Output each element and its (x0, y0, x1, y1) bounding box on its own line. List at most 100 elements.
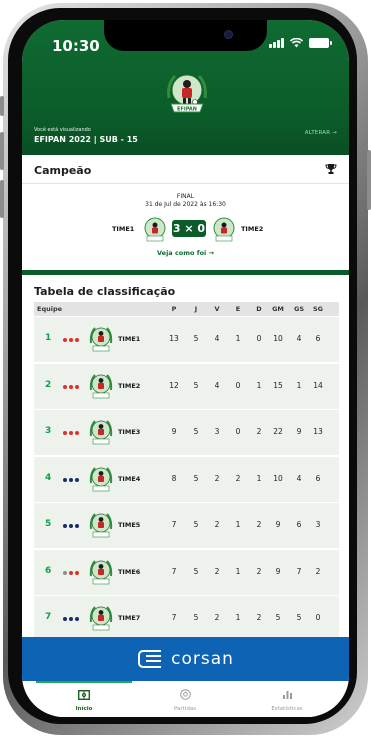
cell-sg: 13 (313, 427, 323, 436)
row-position: 2 (45, 379, 52, 390)
row-position: 3 (45, 426, 52, 436)
form-dot (69, 524, 73, 528)
cell-p: 7 (171, 566, 177, 576)
final-score: 3 × 0 (172, 220, 206, 237)
cell-d: 2 (256, 613, 262, 622)
change-tournament-button[interactable]: ALTERAR → (305, 130, 337, 136)
form-dot (63, 338, 67, 342)
standings-section: Tabela de classificação Equipe P J V E D GM GS S… (22, 275, 349, 642)
form-dot (75, 524, 79, 528)
volume-down-button (0, 180, 4, 218)
active-tab-indicator (36, 681, 132, 683)
home-team-name: TIME1 (112, 225, 135, 233)
cell-v: 4 (214, 334, 220, 343)
cell-gs: 9 (296, 427, 302, 436)
table-row[interactable]: 6 TIME6 7 5 2 1 2 9 7 2 (34, 549, 339, 596)
silent-switch (0, 96, 4, 116)
table-row[interactable]: 4 TIME4 8 5 2 2 1 10 4 6 (34, 456, 339, 503)
form-dot (75, 431, 79, 435)
form-dot (75, 617, 79, 621)
cell-j: 5 (193, 473, 199, 483)
cell-p: 13 (169, 334, 179, 343)
camera (224, 30, 233, 39)
form-indicator (63, 524, 79, 528)
cell-sg: 6 (315, 473, 321, 483)
form-dot (75, 338, 79, 342)
cell-sg: 3 (315, 520, 321, 529)
see-match-link[interactable]: Veja como foi → (22, 249, 349, 257)
table-row[interactable]: 7 TIME7 7 5 2 1 2 5 5 0 (34, 596, 339, 642)
form-dot (69, 431, 73, 435)
ball-icon (179, 689, 191, 700)
match-date: 31 de Jul de 2022 às 16:30 (145, 201, 226, 208)
column-header-gm: GM (272, 305, 284, 313)
form-dot (63, 384, 67, 389)
field-icon (77, 689, 91, 701)
away-team-logo (213, 217, 235, 242)
champion-title: Campeão (34, 164, 92, 177)
sponsor-name: corsan (171, 649, 234, 669)
form-dot (69, 617, 73, 621)
cell-j: 5 (193, 613, 199, 622)
form-dot (75, 477, 79, 482)
tab-partidas[interactable]: Partidas (135, 685, 235, 712)
wifi-icon (290, 38, 303, 48)
team-logo (89, 466, 113, 491)
cell-v: 4 (214, 380, 220, 390)
cell-v: 3 (214, 427, 220, 436)
form-dot (63, 431, 67, 435)
cell-p: 7 (171, 613, 177, 622)
tab-estatisticas[interactable]: Estatísticas (237, 685, 337, 712)
row-position: 7 (45, 612, 52, 622)
cell-gm: 22 (273, 427, 283, 436)
column-header-team: Equipe (37, 305, 63, 313)
form-dot (69, 570, 73, 575)
tab-inicio-label: Início (75, 706, 93, 712)
team-logo (89, 606, 113, 631)
form-dot (75, 384, 79, 389)
final-match[interactable]: TIME1 3 × 0 TIME2 (22, 217, 349, 242)
cell-d: 0 (256, 334, 262, 343)
row-team-name: TIME1 (118, 335, 141, 343)
cell-gs: 1 (296, 380, 302, 390)
table-row[interactable]: 3 TIME3 9 5 3 0 2 22 9 13 (34, 410, 339, 456)
cell-j: 5 (193, 520, 199, 529)
cell-v: 2 (214, 473, 220, 483)
row-position: 6 (45, 565, 52, 576)
form-indicator (63, 617, 79, 621)
viewing-label: Você está visualizando (34, 127, 91, 133)
sponsor-banner[interactable]: corsan (22, 637, 349, 681)
table-row[interactable]: 2 TIME2 12 5 4 0 1 15 1 14 (34, 363, 339, 410)
status-time: 10:30 (52, 37, 100, 55)
cell-d: 2 (256, 566, 262, 576)
bottom-tab-bar: Início Partidas Estatísticas (22, 681, 349, 717)
row-team-name: TIME2 (118, 381, 141, 390)
champion-section: Campeão FINAL 31 de Jul de 2022 às 16:30… (22, 155, 349, 275)
column-header-gs: GS (293, 305, 305, 313)
form-dot (63, 617, 67, 621)
table-row[interactable]: 5 TIME5 7 5 2 1 2 9 6 3 (34, 503, 339, 549)
column-header-p: P (171, 305, 177, 313)
standings-title: Tabela de classificação (34, 285, 176, 298)
row-team-name: TIME4 (118, 474, 141, 483)
form-indicator (63, 431, 79, 435)
cell-d: 1 (256, 380, 262, 390)
cell-e: 1 (235, 334, 241, 343)
cell-v: 2 (214, 566, 220, 576)
cell-e: 1 (235, 613, 241, 622)
column-header-sg: SG (312, 305, 324, 313)
status-icons (269, 38, 332, 48)
tournament-name: EFIPAN 2022 | SUB - 15 (34, 135, 138, 144)
cell-e: 1 (235, 566, 241, 576)
cell-gm: 10 (273, 334, 283, 343)
cell-e: 2 (235, 473, 241, 483)
table-row[interactable]: 1 TIME1 13 5 4 1 0 10 4 6 (34, 317, 339, 363)
form-indicator (63, 570, 79, 575)
cell-d: 2 (256, 427, 262, 436)
cell-j: 5 (193, 334, 199, 343)
tab-inicio[interactable]: Início (34, 685, 134, 712)
signal-icon (269, 38, 284, 48)
row-team-name: TIME5 (118, 521, 141, 529)
team-logo (89, 559, 113, 584)
sponsor-logo-icon (138, 650, 162, 668)
